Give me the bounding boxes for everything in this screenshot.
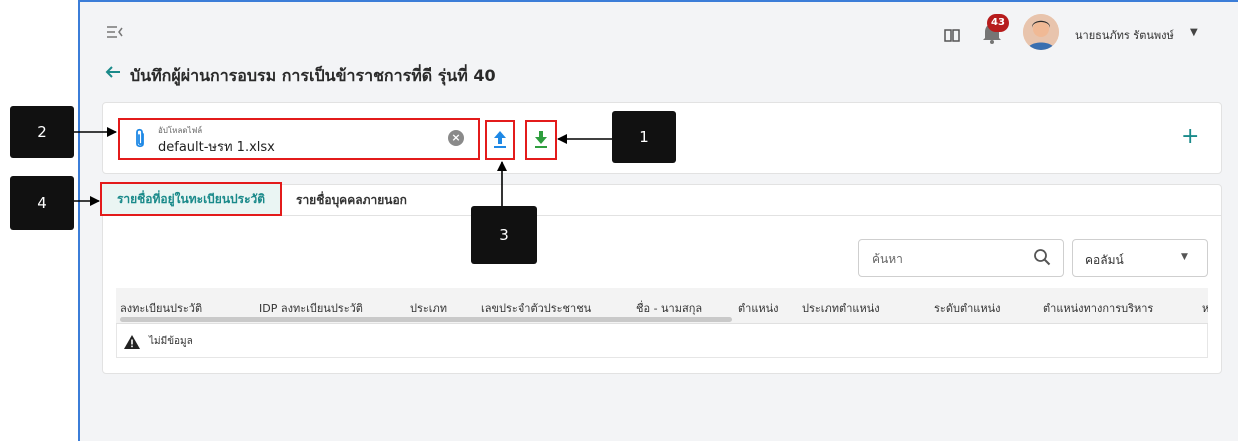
book-icon[interactable] xyxy=(944,27,960,42)
tab-external-list[interactable]: รายชื่อบุคคลภายนอก xyxy=(296,191,407,210)
search-placeholder: ค้นหา xyxy=(872,252,903,266)
callout-2: 2 xyxy=(10,106,74,158)
notification-badge: 43 xyxy=(987,14,1009,32)
avatar[interactable] xyxy=(1023,14,1059,50)
download-button[interactable] xyxy=(525,120,557,160)
column-select-label: คอลัมน์ xyxy=(1085,253,1124,267)
add-button[interactable]: + xyxy=(1181,126,1199,148)
column-header[interactable]: ตำแหน่งทางการบริหาร xyxy=(1043,299,1153,317)
warning-icon xyxy=(124,334,140,349)
callout-4: 4 xyxy=(10,176,74,230)
empty-message: ไม่มีข้อมูล xyxy=(149,336,193,347)
column-header[interactable]: ลงทะเบียนประวัติ xyxy=(120,299,202,317)
upload-icon xyxy=(494,131,506,148)
empty-row xyxy=(116,324,1208,358)
column-header[interactable]: เลขประจำตัวประชาชน xyxy=(481,299,591,317)
column-header[interactable]: ตำแหน่ง xyxy=(738,299,779,317)
arrow-left-icon xyxy=(105,66,120,78)
column-header[interactable]: ระดับตำแหน่ง xyxy=(934,299,1001,317)
user-name[interactable]: นายธนภัทร รัตนพงษ์ xyxy=(1075,26,1174,44)
chevron-down-icon[interactable]: ▼ xyxy=(1181,252,1188,262)
column-header[interactable]: ประเภทตำแหน่ง xyxy=(802,299,880,317)
column-header[interactable]: ประเภท xyxy=(410,299,447,317)
back-button[interactable] xyxy=(104,62,122,86)
upload-button[interactable] xyxy=(485,120,515,160)
column-header[interactable]: ชื่อ - นามสกุล xyxy=(636,299,702,317)
callout-3: 3 xyxy=(471,206,537,264)
paperclip-icon xyxy=(133,128,147,150)
search-icon[interactable] xyxy=(1033,248,1051,266)
column-header[interactable]: ห xyxy=(1202,299,1208,317)
page-title: บันทึกผู้ผ่านการอบรม การเป็นข้าราชการที่… xyxy=(130,66,496,85)
download-icon xyxy=(535,131,547,148)
horizontal-scrollbar[interactable] xyxy=(120,317,732,322)
chevron-down-icon[interactable]: ▼ xyxy=(1190,27,1198,38)
callout-1: 1 xyxy=(612,111,676,163)
clear-icon[interactable]: × xyxy=(448,130,464,146)
upload-file-name: default-ษรท 1.xlsx xyxy=(158,140,275,155)
menu-collapse-icon[interactable] xyxy=(106,24,124,40)
column-header[interactable]: IDP ลงทะเบียนประวัติ xyxy=(259,299,363,317)
tab-registered-list[interactable]: รายชื่อที่อยู่ในทะเบียนประวัติ xyxy=(100,182,282,216)
